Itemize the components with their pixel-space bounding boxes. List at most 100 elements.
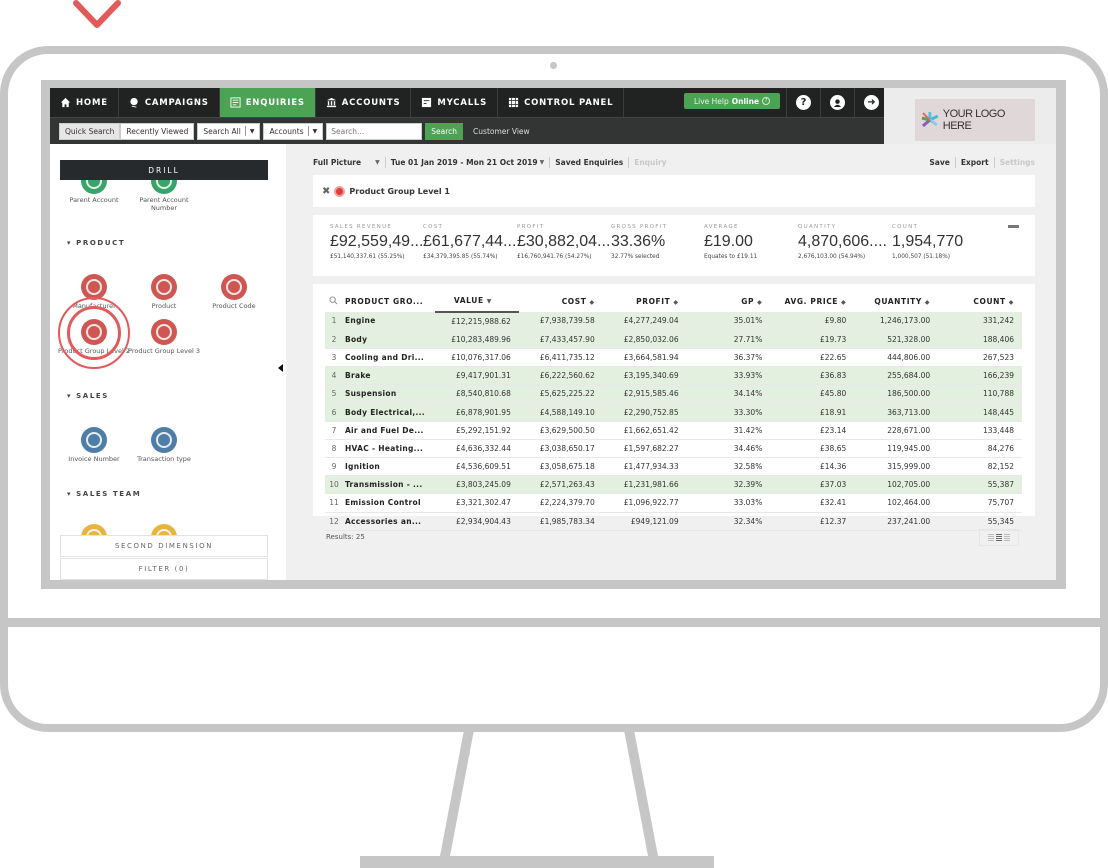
cell-count: 55,345 (938, 512, 1022, 531)
date-range-select[interactable]: Tue 01 Jan 2019 - Mon 21 Oct 2019 (391, 158, 538, 167)
table-row[interactable]: 12 Accessories an... £2,934,904.43 £1,985,7… (325, 512, 1022, 531)
accounts-select[interactable]: Accounts ▼ (263, 122, 324, 140)
nav-campaigns[interactable]: CAMPAIGNS (119, 88, 220, 117)
nav-accounts[interactable]: ACCOUNTS (316, 88, 412, 117)
col-profit[interactable]: PROFIT ◆ (603, 290, 687, 312)
caret-down-icon[interactable]: ▼ (375, 159, 380, 166)
node-label: Product Group Level 3 (128, 347, 200, 355)
saved-enquiries-link[interactable]: Saved Enquiries (555, 158, 623, 167)
col-gp[interactable]: GP ◆ (687, 290, 771, 312)
drill-path-bar: ✖ Product Group Level 1 (313, 175, 1035, 207)
table-row[interactable]: 7 Air and Fuel De... £5,292,151.92 £3,629,5… (325, 421, 1022, 440)
col-product-group[interactable]: PRODUCT GRO... (343, 290, 435, 312)
cell-name: Suspension (342, 384, 435, 404)
profile-button[interactable] (820, 88, 854, 117)
search-all-select[interactable]: Search All ▼ (197, 122, 261, 140)
grid-icon (508, 97, 519, 108)
drill-node-product-group-level-3[interactable]: Product Group Level 3 (128, 319, 200, 355)
table-row[interactable]: 4 Brake £9,417,901.31 £6,222,560.62 £3,195,3… (325, 366, 1022, 386)
node-label: Product Group Level 2 (58, 347, 130, 355)
table-row[interactable]: 11 Emission Control £3,321,302.47 £2,224,37… (325, 493, 1022, 513)
view-select[interactable]: Full Picture (313, 158, 361, 167)
cell-n: 5 (325, 384, 343, 404)
section-sales[interactable]: ▾ SALES (67, 392, 109, 400)
node-label: Parent Account Number (139, 196, 189, 212)
col-value[interactable]: VALUE ▼ (434, 290, 519, 313)
drill-path-chip[interactable]: Product Group Level 1 (349, 187, 450, 196)
customer-view-link[interactable]: Customer View (473, 127, 530, 136)
remove-icon[interactable]: ✖ (322, 186, 330, 197)
cell-n: 8 (325, 439, 343, 459)
cell-qty: 444,806.00 (854, 348, 939, 368)
cell-value: £4,536,609.51 (434, 457, 519, 477)
table-row[interactable]: 2 Body £10,283,489.96 £7,433,457.90 £2,850,0… (325, 330, 1022, 349)
drill-node-invoice-number[interactable]: Invoice Number (58, 427, 130, 463)
logout-button[interactable]: ➜ (854, 88, 888, 117)
save-button[interactable]: Save (929, 158, 949, 167)
cell-count: 148,445 (938, 402, 1022, 422)
col-cost[interactable]: COST ◆ (519, 290, 603, 312)
export-button[interactable]: Export (961, 158, 989, 167)
density-loose-icon[interactable] (1004, 533, 1010, 542)
cell-n: 7 (325, 421, 343, 440)
help-button[interactable]: ? (786, 88, 820, 117)
cell-count: 267,523 (938, 348, 1022, 368)
filter-button[interactable]: FILTER (0) (60, 558, 268, 580)
kpi-sub: Equates to £19.11 (704, 254, 758, 260)
search-button[interactable]: Search (425, 122, 464, 140)
table-row[interactable]: 1 Engine £12,215,988.62 £7,938,739.58 £4,277… (325, 312, 1022, 331)
kpi-sales-revenue: SALES REVENUE £92,559,49... £51,140,337.… (330, 224, 423, 260)
kpi-label: COST (423, 224, 444, 230)
enquiry-toolbar: Full Picture ▼ Tue 01 Jan 2019 - Mon 21 … (313, 156, 1035, 168)
cell-name: Brake (342, 366, 435, 386)
collapse-sidebar-icon[interactable] (278, 364, 283, 372)
second-dimension-button[interactable]: SECOND DIMENSION (60, 535, 268, 557)
section-title: SALES TEAM (76, 490, 142, 498)
cell-value: £4,636,332.44 (434, 439, 519, 459)
drill-node-product-code[interactable]: Product Code (198, 274, 270, 310)
caret-down-icon[interactable]: ▼ (540, 159, 545, 166)
top-nav: HOME CAMPAIGNS ENQUIRIES ACCOUNTS MYCALL… (50, 88, 884, 117)
drill-node-manufacturer[interactable]: Manufacturer (58, 274, 130, 310)
cell-n: 4 (325, 366, 343, 386)
collapse-kpi-icon[interactable] (1008, 225, 1019, 228)
drill-node-transaction-type[interactable]: Transaction type (128, 427, 200, 463)
table-row[interactable]: 9 Ignition £4,536,609.51 £3,058,675.18 £1,47… (325, 457, 1022, 477)
density-normal-icon[interactable] (996, 533, 1002, 542)
recently-viewed-tab[interactable]: Recently Viewed (120, 122, 195, 140)
table-row[interactable]: 5 Suspension £8,540,810.68 £5,625,225.22 £2,… (325, 384, 1022, 404)
cell-gp: 34.14% (686, 384, 771, 404)
table-search-icon[interactable] (325, 290, 343, 312)
cell-name: Body (342, 330, 435, 349)
quick-search-tab[interactable]: Quick Search (59, 122, 121, 140)
settings-button[interactable]: Settings (1000, 158, 1035, 167)
monitor-chin-divider (4, 618, 1104, 627)
sort-icon: ◆ (589, 298, 595, 306)
table-row[interactable]: 6 Body Electrical,... £6,878,901.95 £4,588,… (325, 402, 1022, 422)
drill-node-product-group-level-2[interactable]: Product Group Level 2 (58, 319, 130, 355)
col-quantity[interactable]: QUANTITY ◆ (854, 290, 938, 312)
cell-avg: £18.91 (770, 402, 855, 422)
col-avg-price[interactable]: AVG. PRICE ◆ (770, 290, 854, 312)
live-help-button[interactable]: Live Help Online ? (684, 93, 780, 109)
cell-qty: 186,500.00 (854, 384, 939, 404)
section-product[interactable]: ▾ PRODUCT (67, 239, 125, 247)
table-row[interactable]: 10 Transmission - ... £3,803,245.09 £2,571,… (325, 475, 1022, 495)
nav-mycalls[interactable]: MYCALLS (411, 88, 499, 117)
node-label: Invoice Number (68, 455, 120, 463)
table-row[interactable]: 3 Cooling and Dri... £10,076,317.06 £6,411,… (325, 348, 1022, 368)
search-input[interactable] (326, 122, 423, 140)
col-count[interactable]: COUNT ◆ (938, 290, 1022, 312)
section-sales-team[interactable]: ▾ SALES TEAM (67, 490, 141, 498)
drill-header[interactable]: DRILL (60, 160, 268, 180)
row-density-toggle[interactable] (979, 529, 1019, 546)
nav-home[interactable]: HOME (50, 88, 119, 117)
nav-control-panel[interactable]: CONTROL PANEL (498, 88, 625, 117)
table-row[interactable]: 8 HVAC - Heating... £4,636,332.44 £3,038,65… (325, 439, 1022, 459)
density-compact-icon[interactable] (988, 533, 994, 542)
sort-icon: ◆ (673, 298, 679, 306)
nav-enquiries[interactable]: ENQUIRIES (219, 88, 316, 117)
drill-node-product[interactable]: Product (128, 274, 200, 310)
enquiry-link[interactable]: Enquiry (634, 158, 666, 167)
cell-avg: £45.80 (770, 384, 855, 404)
